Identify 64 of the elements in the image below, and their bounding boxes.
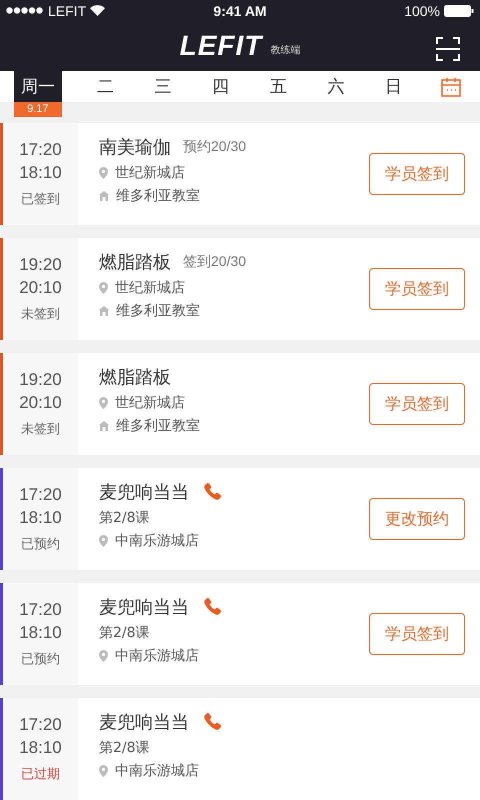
day-tab[interactable]: 日: [364, 71, 422, 102]
store-name: 世纪新城店: [115, 164, 185, 182]
session-status: 已预约: [21, 536, 60, 553]
location-pin-icon: [99, 650, 108, 662]
session-card[interactable]: 17:20 18:10 已签到 南美瑜伽 预约20/30 世纪新城店 维多利亚教室 学员签到: [0, 123, 480, 225]
session-title: 燃脂踏板: [99, 251, 171, 274]
end-time: 18:10: [19, 163, 62, 183]
start-time: 17:20: [19, 600, 62, 620]
day-tab[interactable]: 二: [76, 71, 134, 102]
end-time: 18:10: [19, 623, 62, 643]
session-card[interactable]: 19:20 20:10 未签到 燃脂踏板 签到20/30 世纪新城店 维多利亚教室 学员签到: [0, 238, 480, 340]
room-name: 维多利亚教室: [116, 187, 200, 205]
location-pin-icon: [99, 282, 108, 294]
app-logo: LEFIT: [180, 30, 262, 62]
store-name: 中南乐游城店: [115, 762, 199, 780]
start-time: 17:20: [19, 485, 62, 505]
end-time: 20:10: [19, 278, 62, 298]
location-pin-icon: [99, 535, 108, 547]
carrier-name: LEFIT: [48, 2, 86, 19]
battery-icon: [444, 4, 474, 17]
house-icon: [99, 191, 109, 201]
session-title: 麦兜响当当: [99, 481, 189, 504]
location-pin-icon: [99, 167, 108, 179]
session-title: 燃脂踏板: [99, 366, 171, 389]
scan-icon[interactable]: [436, 36, 460, 61]
session-card[interactable]: 19:20 20:10 未签到 燃脂踏板 世纪新城店 维多利亚教室 学员签到: [0, 353, 480, 455]
start-time: 19:20: [19, 255, 62, 275]
start-time: 17:20: [19, 140, 62, 160]
session-status: 未签到: [21, 306, 60, 323]
wifi-icon: [90, 5, 106, 16]
day-tab[interactable]: 周一: [14, 71, 62, 102]
room-name: 维多利亚教室: [116, 302, 200, 320]
clock-time: 9:41 AM: [213, 2, 267, 19]
house-icon: [99, 421, 109, 431]
app-subtitle: 教练端: [270, 44, 300, 58]
day-tab[interactable]: 三: [134, 71, 192, 102]
session-status: 已过期: [21, 766, 60, 783]
session-status: 已预约: [21, 651, 60, 668]
day-tab[interactable]: 五: [249, 71, 308, 102]
session-status: 未签到: [21, 421, 60, 438]
location-pin-icon: [99, 397, 108, 409]
session-title: 麦兜响当当: [99, 596, 189, 619]
house-icon: [99, 306, 109, 316]
date-badge: 9.17: [14, 102, 62, 117]
start-time: 17:20: [19, 715, 62, 735]
attendance-count: 预约20/30: [183, 138, 246, 156]
day-tab[interactable]: 六: [307, 71, 365, 102]
start-time: 19:20: [19, 370, 62, 390]
session-title: 南美瑜伽: [99, 136, 171, 159]
store-name: 世纪新城店: [115, 279, 185, 297]
day-tab[interactable]: 四: [192, 71, 250, 102]
location-pin-icon: [99, 765, 108, 777]
attendance-count: 签到20/30: [183, 253, 246, 271]
session-status: 已签到: [21, 191, 60, 208]
session-title: 麦兜响当当: [99, 711, 189, 734]
end-time: 18:10: [19, 508, 62, 528]
end-time: 20:10: [19, 393, 62, 413]
store-name: 中南乐游城店: [115, 532, 199, 550]
signal-icon: [6, 7, 44, 14]
end-time: 18:10: [19, 738, 62, 758]
store-name: 中南乐游城店: [115, 647, 199, 665]
store-name: 世纪新城店: [115, 394, 185, 412]
room-name: 维多利亚教室: [116, 417, 200, 435]
battery-percent: 100%: [404, 2, 440, 19]
